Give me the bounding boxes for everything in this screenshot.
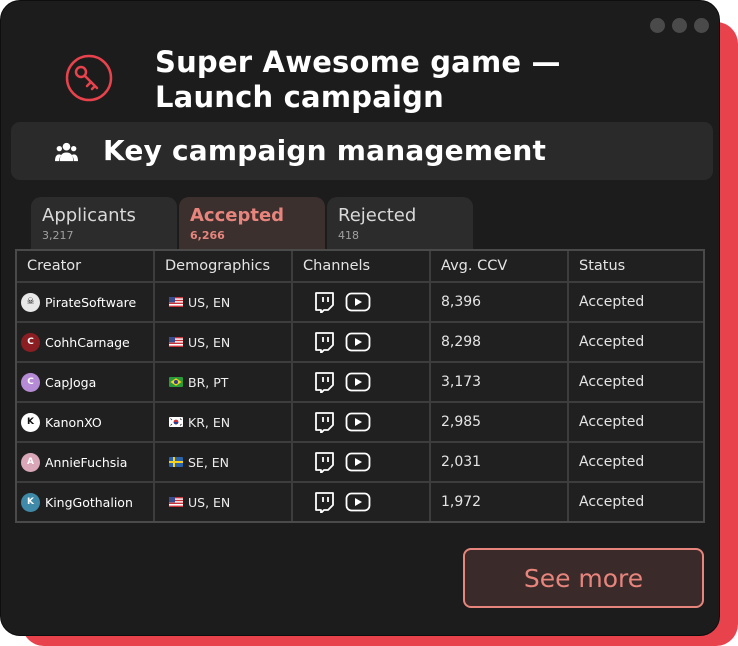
creator-cell[interactable]: A AnnieFuchsia — [17, 443, 153, 481]
window-dot-1[interactable] — [650, 18, 665, 33]
tab-applicants[interactable]: Applicants 3,217 — [31, 197, 177, 249]
section-header: Key campaign management — [11, 122, 713, 180]
creator-name: CohhCarnage — [45, 334, 130, 350]
channels-cell — [293, 363, 429, 401]
demographics-cell: US, EN — [155, 283, 291, 321]
twitch-icon[interactable] — [313, 291, 335, 313]
youtube-icon[interactable] — [345, 411, 371, 433]
creator-cell[interactable]: ☠ PirateSoftware — [17, 283, 153, 321]
column-header-channels[interactable]: Channels — [293, 251, 429, 281]
avg-ccv-cell: 1,972 — [431, 483, 567, 521]
demographics-cell: SE, EN — [155, 443, 291, 481]
twitch-icon[interactable] — [313, 411, 335, 433]
creator-name: AnnieFuchsia — [45, 454, 128, 470]
tab-count: 6,266 — [190, 229, 225, 242]
window-dot-2[interactable] — [672, 18, 687, 33]
tab-label: Applicants — [42, 205, 136, 226]
demographics-text: SE, EN — [188, 454, 230, 470]
demographics-cell: US, EN — [155, 483, 291, 521]
avg-ccv-cell: 8,298 — [431, 323, 567, 361]
creator-name: PirateSoftware — [45, 294, 137, 310]
tab-accepted[interactable]: Accepted 6,266 — [179, 197, 325, 249]
avg-ccv-cell: 2,985 — [431, 403, 567, 441]
br-flag-icon — [169, 377, 183, 387]
channels-cell — [293, 323, 429, 361]
avatar: K — [21, 412, 40, 432]
creators-table: Creator Demographics Channels Avg. CCV S… — [15, 249, 705, 523]
tab-count: 3,217 — [42, 229, 74, 242]
youtube-icon[interactable] — [345, 291, 371, 313]
demographics-text: US, EN — [188, 334, 231, 350]
tab-rejected[interactable]: Rejected 418 — [327, 197, 473, 249]
status-cell: Accepted — [569, 483, 703, 521]
youtube-icon[interactable] — [345, 491, 371, 513]
demographics-cell: US, EN — [155, 323, 291, 361]
status-cell: Accepted — [569, 323, 703, 361]
channels-cell — [293, 483, 429, 521]
column-header-creator[interactable]: Creator — [17, 251, 153, 281]
twitch-icon[interactable] — [313, 331, 335, 353]
avg-ccv-cell: 8,396 — [431, 283, 567, 321]
demographics-cell: KR, EN — [155, 403, 291, 441]
us-flag-icon — [169, 497, 183, 507]
channels-cell — [293, 403, 429, 441]
twitch-icon[interactable] — [313, 371, 335, 393]
page-title: Super Awesome game — Launch campaign — [155, 45, 595, 115]
status-cell: Accepted — [569, 363, 703, 401]
column-header-status[interactable]: Status — [569, 251, 703, 281]
us-flag-icon — [169, 297, 183, 307]
creator-cell[interactable]: C CapJoga — [17, 363, 153, 401]
creator-name: KingGothalion — [45, 494, 133, 510]
avatar: C — [21, 372, 40, 392]
demographics-text: BR, PT — [188, 374, 229, 390]
creator-cell[interactable]: C CohhCarnage — [17, 323, 153, 361]
channels-cell — [293, 443, 429, 481]
youtube-icon[interactable] — [345, 371, 371, 393]
window-dot-3[interactable] — [694, 18, 709, 33]
section-title: Key campaign management — [103, 134, 547, 167]
twitch-icon[interactable] — [313, 491, 335, 513]
tab-count: 418 — [338, 229, 359, 242]
avatar: C — [21, 332, 40, 352]
channels-cell — [293, 283, 429, 321]
demographics-text: KR, EN — [188, 414, 231, 430]
title-line-2: Launch campaign — [155, 80, 444, 114]
se-flag-icon — [169, 457, 183, 467]
title-line-1: Super Awesome game — — [155, 45, 561, 79]
avatar: ☠ — [21, 292, 40, 312]
avatar: K — [21, 492, 40, 512]
avatar: A — [21, 452, 40, 472]
column-header-demographics[interactable]: Demographics — [155, 251, 291, 281]
column-header-avg-ccv[interactable]: Avg. CCV — [431, 251, 567, 281]
campaign-window: Super Awesome game — Launch campaign Key… — [0, 0, 720, 636]
kr-flag-icon — [169, 417, 183, 427]
status-cell: Accepted — [569, 443, 703, 481]
twitch-icon[interactable] — [313, 451, 335, 473]
status-cell: Accepted — [569, 283, 703, 321]
creator-name: CapJoga — [45, 374, 97, 390]
status-cell: Accepted — [569, 403, 703, 441]
avg-ccv-cell: 3,173 — [431, 363, 567, 401]
avg-ccv-cell: 2,031 — [431, 443, 567, 481]
window-controls — [650, 18, 709, 33]
demographics-text: US, EN — [188, 494, 231, 510]
key-icon — [65, 54, 113, 102]
creator-cell[interactable]: K KingGothalion — [17, 483, 153, 521]
us-flag-icon — [169, 337, 183, 347]
creator-cell[interactable]: K KanonXO — [17, 403, 153, 441]
youtube-icon[interactable] — [345, 331, 371, 353]
users-icon — [55, 142, 78, 162]
creator-name: KanonXO — [45, 414, 102, 430]
demographics-cell: BR, PT — [155, 363, 291, 401]
tab-label: Accepted — [190, 205, 285, 226]
demographics-text: US, EN — [188, 294, 231, 310]
see-more-button[interactable]: See more — [463, 548, 704, 608]
tab-label: Rejected — [338, 205, 417, 226]
youtube-icon[interactable] — [345, 451, 371, 473]
